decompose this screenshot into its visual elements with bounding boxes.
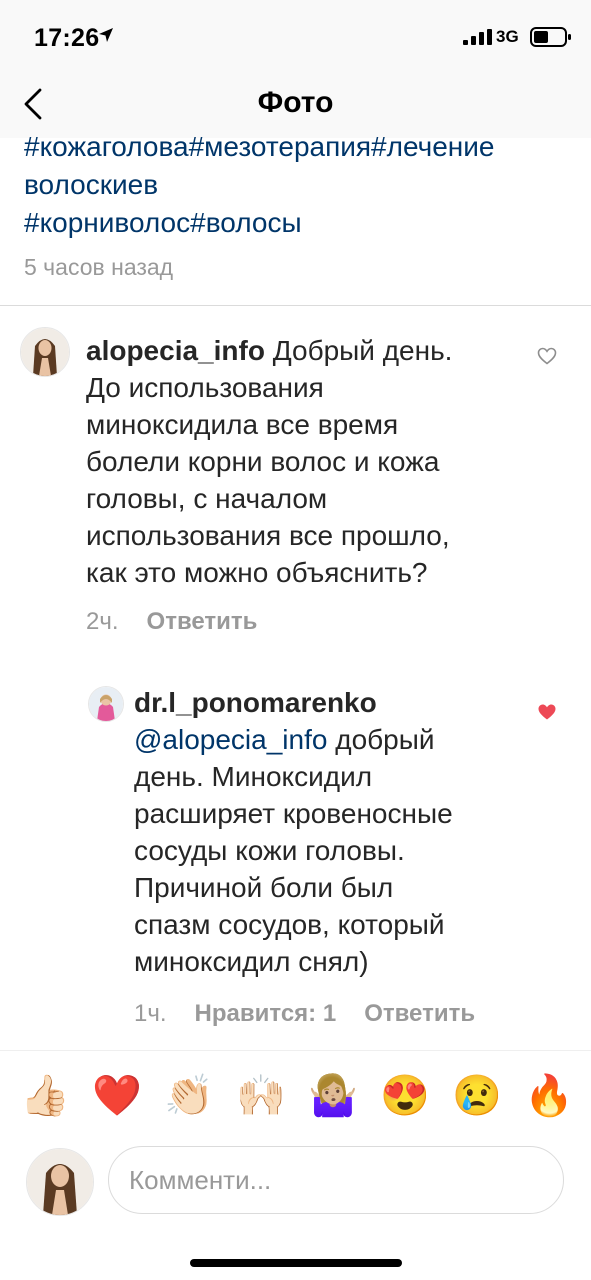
divider bbox=[0, 305, 591, 306]
hashtag-line[interactable]: волоскиев bbox=[24, 166, 574, 204]
status-time: 17:26 bbox=[34, 24, 100, 52]
reply-text-line: спазм сосудов, который bbox=[134, 909, 445, 940]
reply-username[interactable]: dr.l_ponomarenko bbox=[134, 687, 377, 718]
thumbs-up-emoji[interactable]: 👍🏻 bbox=[20, 1071, 70, 1121]
battery-icon bbox=[530, 27, 572, 52]
reply-text-line: добрый bbox=[327, 724, 435, 755]
shrug-emoji[interactable]: 🤷🏼‍♀️ bbox=[308, 1071, 358, 1121]
reply-text-line: Причиной боли был bbox=[134, 872, 394, 903]
commenter-avatar[interactable] bbox=[20, 327, 70, 377]
crying-face-emoji[interactable]: 😢 bbox=[452, 1071, 502, 1121]
replier-avatar[interactable] bbox=[88, 686, 124, 722]
reply-age: 1ч. bbox=[134, 1000, 167, 1027]
location-arrow-icon bbox=[98, 27, 114, 48]
comment-text-line: До использования bbox=[86, 372, 324, 403]
comment-text-line: использования все прошло, bbox=[86, 520, 450, 551]
reply-text-line: расширяет кровеносные bbox=[134, 798, 453, 829]
like-heart-outline-icon[interactable] bbox=[537, 347, 557, 370]
comment-input[interactable] bbox=[108, 1146, 564, 1214]
comment-body: alopecia_info Добрый день. До использова… bbox=[86, 332, 452, 591]
post-timestamp: 5 часов назад bbox=[24, 254, 174, 280]
reply-button[interactable]: Ответить bbox=[364, 1000, 475, 1027]
hashtag-line[interactable]: #кожаголова#мезотерапия#лечение bbox=[24, 128, 574, 166]
reply-text-line: миноксидил снял) bbox=[134, 946, 369, 977]
mention-link[interactable]: @alopecia_info bbox=[134, 724, 327, 755]
page-title: Фото bbox=[257, 86, 334, 119]
home-indicator[interactable] bbox=[190, 1259, 402, 1267]
like-heart-filled-icon[interactable] bbox=[537, 703, 557, 726]
comment-age: 2ч. bbox=[86, 608, 119, 635]
raising-hands-emoji[interactable]: 🙌🏻 bbox=[236, 1071, 286, 1121]
red-heart-emoji[interactable]: ❤️ bbox=[92, 1071, 142, 1121]
fire-emoji[interactable]: 🔥 bbox=[524, 1071, 574, 1121]
comment-text-line: миноксидила все время bbox=[86, 409, 399, 440]
likes-count-button[interactable]: Нравится: 1 bbox=[195, 1000, 337, 1027]
comment-text-line: болели корни волос и кожа bbox=[86, 446, 440, 477]
reply-button[interactable]: Ответить bbox=[147, 608, 258, 635]
reply-meta: 1ч. Нравится: 1 Ответить bbox=[134, 1000, 475, 1028]
reply-text-line: день. Миноксидил bbox=[134, 761, 373, 792]
current-user-avatar bbox=[26, 1148, 94, 1216]
signal-strength-icon bbox=[463, 29, 493, 50]
reply-text-line: сосуды кожи головы. bbox=[134, 835, 405, 866]
comment-text-line: Добрый день. bbox=[264, 335, 453, 366]
reply-body: dr.l_ponomarenko @alopecia_info добрый д… bbox=[134, 684, 453, 980]
status-bar: 17:26 3G bbox=[0, 0, 591, 72]
post-caption-hashtags: #кожаголова#мезотерапия#лечение волоские… bbox=[24, 128, 574, 242]
network-type: 3G bbox=[496, 27, 519, 46]
heart-eyes-emoji[interactable]: 😍 bbox=[380, 1071, 430, 1121]
hashtag-line[interactable]: #корниволос#волосы bbox=[24, 204, 574, 242]
clapping-hands-emoji[interactable]: 👏🏻 bbox=[164, 1071, 214, 1121]
comment-text-line: головы, с началом bbox=[86, 483, 328, 514]
emoji-quick-bar: 👍🏻 ❤️ 👏🏻 🙌🏻 🤷🏼‍♀️ 😍 😢 🔥 bbox=[0, 1050, 591, 1147]
comment-username[interactable]: alopecia_info bbox=[86, 335, 265, 366]
comment-text-line: как это можно объяснить? bbox=[86, 557, 428, 588]
comment-meta: 2ч. Ответить bbox=[86, 608, 257, 636]
